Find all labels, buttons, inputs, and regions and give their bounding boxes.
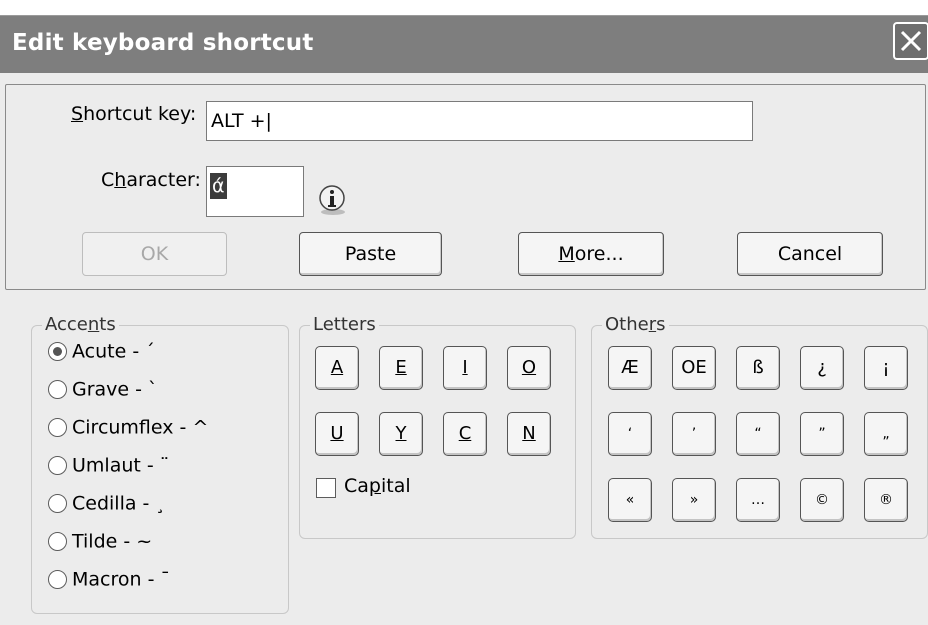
radio-cedilla-indicator bbox=[48, 494, 67, 513]
other-button-left-double-quote[interactable]: “ bbox=[736, 412, 780, 456]
dialog-body: Shortcut key: ALT +| Character: ά OK Pas… bbox=[0, 73, 928, 625]
other-button-registered[interactable]: ® bbox=[864, 478, 908, 522]
cancel-button[interactable]: Cancel bbox=[737, 232, 883, 276]
other-button-left-guillemet[interactable]: « bbox=[608, 478, 652, 522]
accents-legend: Accents bbox=[42, 314, 119, 335]
other-button-ellipsis[interactable]: … bbox=[736, 478, 780, 522]
close-icon bbox=[900, 30, 922, 52]
other-button-oe[interactable]: OE bbox=[672, 346, 716, 390]
radio-macron-label: Macron - ¯ bbox=[72, 568, 170, 591]
character-label: Character: bbox=[101, 169, 201, 191]
window-title: Edit keyboard shortcut bbox=[12, 30, 314, 56]
radio-tilde-label: Tilde - ~ bbox=[72, 530, 153, 553]
radio-cedilla-label: Cedilla - ¸ bbox=[72, 492, 165, 515]
other-button-right-single-quote[interactable]: ’ bbox=[672, 412, 716, 456]
capital-label: Capital bbox=[344, 475, 411, 497]
letter-button-e[interactable]: E bbox=[379, 346, 423, 390]
radio-umlaut[interactable]: Umlaut - ¨ bbox=[48, 454, 169, 477]
character-label-rest: aracter: bbox=[126, 169, 201, 191]
radio-circumflex-indicator bbox=[48, 418, 67, 437]
shortcut-key-label-rest: hortcut key: bbox=[83, 103, 197, 125]
radio-circumflex-label: Circumflex - ^ bbox=[72, 416, 209, 439]
other-button-eszett[interactable]: ß bbox=[736, 346, 780, 390]
others-group: Others Æ OE ß ¿ ¡ ‘ ’ “ ” „ « » … © ® bbox=[591, 314, 928, 539]
shortcut-key-value: ALT +| bbox=[211, 110, 272, 132]
other-button-inverted-exclamation[interactable]: ¡ bbox=[864, 346, 908, 390]
info-icon[interactable] bbox=[316, 183, 350, 217]
radio-grave-indicator bbox=[48, 380, 67, 399]
accents-group: Accents Acute - ´ Grave - ` Circumflex -… bbox=[31, 314, 289, 614]
radio-macron[interactable]: Macron - ¯ bbox=[48, 568, 170, 591]
others-legend: Others bbox=[602, 314, 669, 335]
character-label-pre: C bbox=[101, 169, 115, 191]
more-button-rest: ore... bbox=[574, 243, 624, 265]
letter-button-a[interactable]: A bbox=[315, 346, 359, 390]
edit-keyboard-shortcut-dialog: Edit keyboard shortcut Shortcut key: ALT… bbox=[0, 0, 928, 625]
capital-checkbox[interactable] bbox=[316, 478, 336, 498]
other-button-copyright[interactable]: © bbox=[800, 478, 844, 522]
ok-button[interactable]: OK bbox=[82, 232, 227, 276]
radio-tilde[interactable]: Tilde - ~ bbox=[48, 530, 152, 553]
other-button-low-double-quote[interactable]: „ bbox=[864, 412, 908, 456]
radio-macron-indicator bbox=[48, 570, 67, 589]
character-value: ά bbox=[210, 173, 227, 199]
letter-button-o[interactable]: O bbox=[507, 346, 551, 390]
letters-legend: Letters bbox=[310, 314, 379, 335]
letter-button-i[interactable]: I bbox=[443, 346, 487, 390]
letter-button-n[interactable]: N bbox=[507, 412, 551, 456]
other-button-ae[interactable]: Æ bbox=[608, 346, 652, 390]
close-button[interactable] bbox=[893, 22, 928, 60]
shortcut-key-label: Shortcut key: bbox=[71, 103, 196, 125]
paste-button[interactable]: Paste bbox=[299, 232, 442, 276]
radio-grave-label: Grave - ` bbox=[72, 378, 158, 401]
radio-tilde-indicator bbox=[48, 532, 67, 551]
radio-circumflex[interactable]: Circumflex - ^ bbox=[48, 416, 208, 439]
more-button-mnemonic: M bbox=[558, 243, 575, 265]
radio-acute-indicator bbox=[48, 342, 67, 361]
radio-acute-label: Acute - ´ bbox=[72, 340, 155, 363]
other-button-right-guillemet[interactable]: » bbox=[672, 478, 716, 522]
radio-grave[interactable]: Grave - ` bbox=[48, 378, 158, 401]
shortcut-key-label-mnemonic: S bbox=[71, 103, 84, 125]
radio-umlaut-label: Umlaut - ¨ bbox=[72, 454, 170, 477]
info-icon-graphic bbox=[319, 185, 345, 215]
other-button-right-double-quote[interactable]: ” bbox=[800, 412, 844, 456]
letter-button-u[interactable]: U bbox=[315, 412, 359, 456]
radio-acute[interactable]: Acute - ´ bbox=[48, 340, 155, 363]
character-input[interactable]: ά bbox=[206, 166, 304, 217]
shortcut-key-input[interactable]: ALT +| bbox=[206, 101, 753, 141]
title-bar: Edit keyboard shortcut bbox=[0, 15, 928, 74]
letter-button-c[interactable]: C bbox=[443, 412, 487, 456]
more-button[interactable]: More... bbox=[518, 232, 664, 276]
letters-group: Letters A E I O U Y C N Capital bbox=[299, 314, 576, 539]
letter-button-y[interactable]: Y bbox=[379, 412, 423, 456]
radio-cedilla[interactable]: Cedilla - ¸ bbox=[48, 492, 165, 515]
radio-umlaut-indicator bbox=[48, 456, 67, 475]
character-label-mnemonic: h bbox=[114, 169, 127, 191]
other-button-left-single-quote[interactable]: ‘ bbox=[608, 412, 652, 456]
other-button-inverted-question[interactable]: ¿ bbox=[800, 346, 844, 390]
